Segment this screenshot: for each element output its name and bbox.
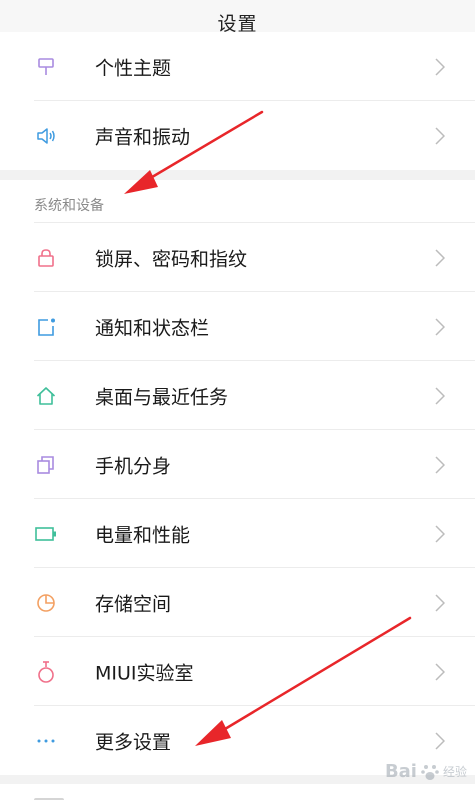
settings-item-label: 存储空间	[95, 593, 172, 615]
settings-item-label: 更多设置	[95, 731, 172, 753]
settings-item-lockscreen[interactable]: 锁屏、密码和指纹	[0, 223, 475, 292]
settings-item-sound[interactable]: 声音和振动	[0, 101, 475, 170]
next-section-peek	[0, 784, 475, 800]
settings-item-label: 电量和性能	[95, 524, 191, 546]
chevron-right-icon	[435, 248, 445, 267]
section-title: 系统和设备	[34, 198, 104, 214]
settings-item-home-screen[interactable]: 桌面与最近任务	[0, 361, 475, 430]
settings-item-notifications[interactable]: 通知和状态栏	[0, 292, 475, 361]
settings-item-label: 通知和状态栏	[95, 317, 210, 339]
settings-screen: 设置 个性主题 声音和振动 系统和设备 锁屏、密码和指纹 通知和状态栏 桌面与最…	[0, 0, 475, 800]
chevron-right-icon	[435, 317, 445, 336]
dual-space-icon	[34, 453, 58, 477]
settings-item-label: 锁屏、密码和指纹	[95, 248, 248, 270]
settings-item-label: 声音和振动	[95, 126, 191, 148]
chevron-right-icon	[435, 455, 445, 474]
section-header-system: 系统和设备	[0, 170, 475, 223]
settings-item-theme[interactable]: 个性主题	[0, 32, 475, 101]
notification-icon	[34, 315, 58, 339]
settings-item-dual-space[interactable]: 手机分身	[0, 430, 475, 499]
flask-icon	[34, 660, 58, 684]
settings-item-label: 桌面与最近任务	[95, 386, 229, 408]
chevron-right-icon	[435, 57, 445, 76]
paw-icon	[421, 764, 439, 780]
battery-icon	[34, 522, 58, 546]
chevron-right-icon	[435, 386, 445, 405]
settings-item-label: MIUI实验室	[95, 662, 194, 684]
chevron-right-icon	[435, 593, 445, 612]
settings-item-battery[interactable]: 电量和性能	[0, 499, 475, 568]
home-icon	[34, 384, 58, 408]
settings-item-miui-lab[interactable]: MIUI实验室	[0, 637, 475, 706]
lock-icon	[34, 246, 58, 270]
more-dots-icon	[34, 729, 58, 753]
paint-brush-icon	[34, 55, 58, 79]
settings-item-storage[interactable]: 存储空间	[0, 568, 475, 637]
chevron-right-icon	[435, 126, 445, 145]
settings-item-label: 个性主题	[95, 57, 172, 79]
watermark-logo: Bai 经验	[384, 761, 467, 782]
chevron-right-icon	[435, 662, 445, 681]
chevron-right-icon	[435, 731, 445, 750]
settings-item-label: 手机分身	[95, 455, 172, 477]
speaker-icon	[34, 124, 58, 148]
chevron-right-icon	[435, 524, 445, 543]
storage-pie-icon	[34, 591, 58, 615]
